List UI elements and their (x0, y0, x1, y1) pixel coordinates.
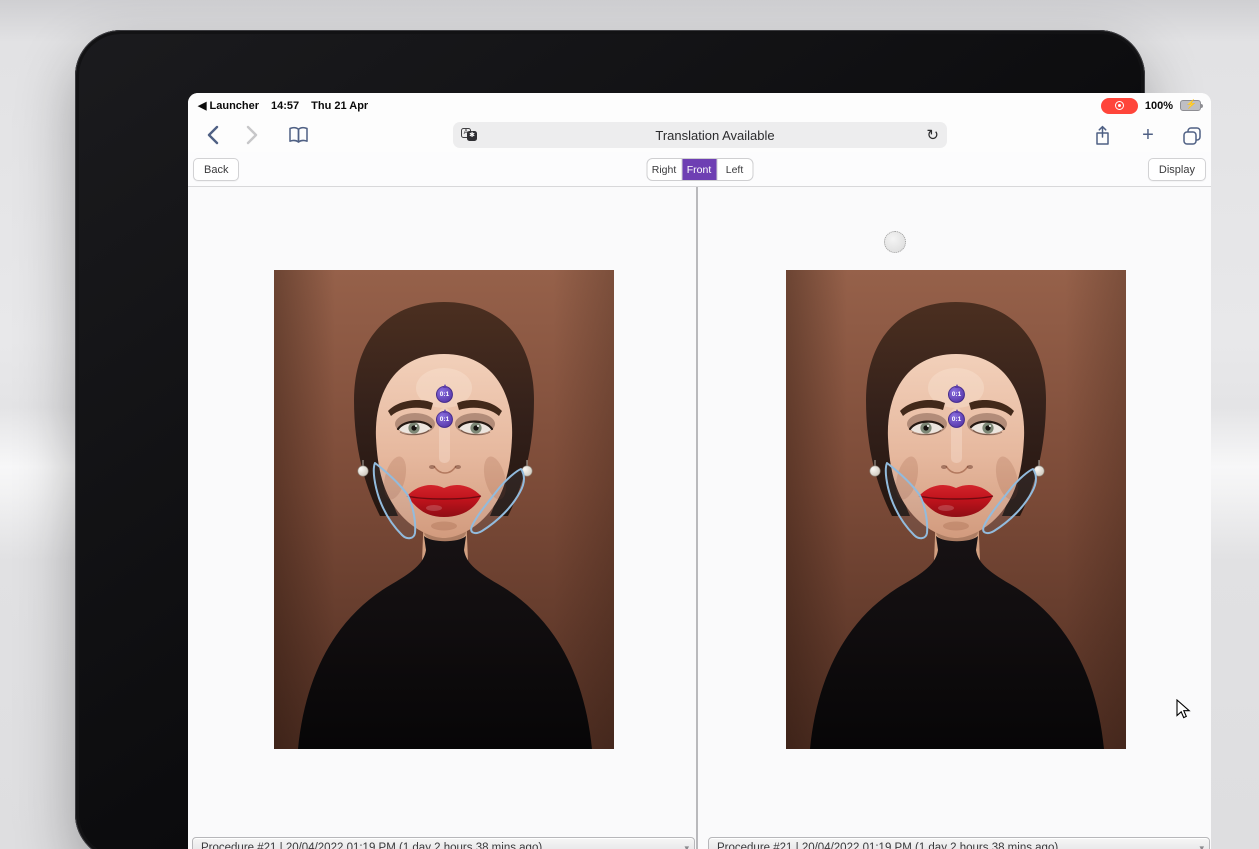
back-to-app-breadcrumb[interactable]: ◀ Launcher (198, 99, 259, 112)
procedure-label: Procedure #21 | 20/04/2022 01:19 PM (1 d… (717, 842, 1058, 849)
patient-photo-right[interactable]: 0:1 0:1 (786, 270, 1126, 749)
ipad-frame: ◀ Launcher 14:57 Thu 21 Apr 100% ⚡ (75, 30, 1145, 849)
date: Thu 21 Apr (311, 100, 368, 112)
procedure-select-left[interactable]: Procedure #21 | 20/04/2022 01:19 PM (1 d… (192, 837, 695, 849)
address-bar[interactable]: A ✱ Translation Available ↻ (453, 122, 947, 148)
charging-bolt-icon: ⚡ (1181, 99, 1202, 110)
mouse-cursor (1176, 699, 1194, 720)
battery-icon: ⚡ (1180, 100, 1201, 111)
status-bar: ◀ Launcher 14:57 Thu 21 Apr 100% ⚡ (188, 93, 1211, 118)
injection-marker[interactable]: 0:1 (948, 411, 965, 428)
browser-forward-button[interactable] (240, 123, 264, 147)
touch-indicator[interactable] (884, 231, 906, 253)
open-book-icon (288, 126, 309, 144)
panel-divider (696, 187, 698, 849)
procedure-select-right[interactable]: Procedure #21 | 20/04/2022 01:19 PM (1 d… (708, 837, 1210, 849)
page-title: Translation Available (483, 128, 947, 143)
record-icon (1115, 101, 1124, 110)
procedure-label: Procedure #21 | 20/04/2022 01:19 PM (1 d… (201, 842, 542, 849)
comparison-area: 0:1 0:1 0:1 0:1 Procedure #21 | 20/04/20… (188, 187, 1211, 849)
chevron-down-icon: ▾ (684, 843, 689, 849)
translate-icon[interactable]: A ✱ (461, 128, 483, 143)
jaw-annotation-outlines (786, 270, 1126, 749)
tab-front-view[interactable]: Front (682, 159, 717, 180)
tab-right-view[interactable]: Right (647, 159, 682, 180)
injection-marker[interactable]: 0:1 (436, 411, 453, 428)
new-tab-button[interactable]: + (1136, 123, 1160, 147)
share-icon (1094, 125, 1111, 146)
jaw-annotation-outlines (274, 270, 614, 749)
browser-toolbar: A ✱ Translation Available ↻ + (188, 118, 1211, 152)
tabs-icon (1182, 126, 1202, 145)
clock: 14:57 (271, 100, 299, 112)
reload-button[interactable]: ↻ (926, 122, 939, 148)
back-button[interactable]: Back (193, 158, 239, 181)
app-toolbar: Back Right Front Left Display (188, 152, 1211, 187)
chevron-down-icon: ▾ (1199, 843, 1204, 849)
display-button[interactable]: Display (1148, 158, 1206, 181)
screen-recording-indicator[interactable] (1101, 98, 1138, 114)
chevron-left-icon (206, 125, 219, 145)
browser-back-button[interactable] (200, 123, 224, 147)
tab-left-view[interactable]: Left (717, 159, 752, 180)
desk-background: ◀ Launcher 14:57 Thu 21 Apr 100% ⚡ (0, 0, 1259, 849)
patient-photo-left[interactable]: 0:1 0:1 (274, 270, 614, 749)
view-segmented-control: Right Front Left (646, 158, 753, 181)
injection-marker[interactable]: 0:1 (948, 386, 965, 403)
bookmarks-button[interactable] (286, 123, 310, 147)
ipad-screen: ◀ Launcher 14:57 Thu 21 Apr 100% ⚡ (188, 93, 1211, 849)
share-button[interactable] (1090, 123, 1114, 147)
battery-percent: 100% (1145, 100, 1173, 112)
injection-marker[interactable]: 0:1 (436, 386, 453, 403)
tabs-button[interactable] (1180, 123, 1204, 147)
chevron-right-icon (246, 125, 259, 145)
